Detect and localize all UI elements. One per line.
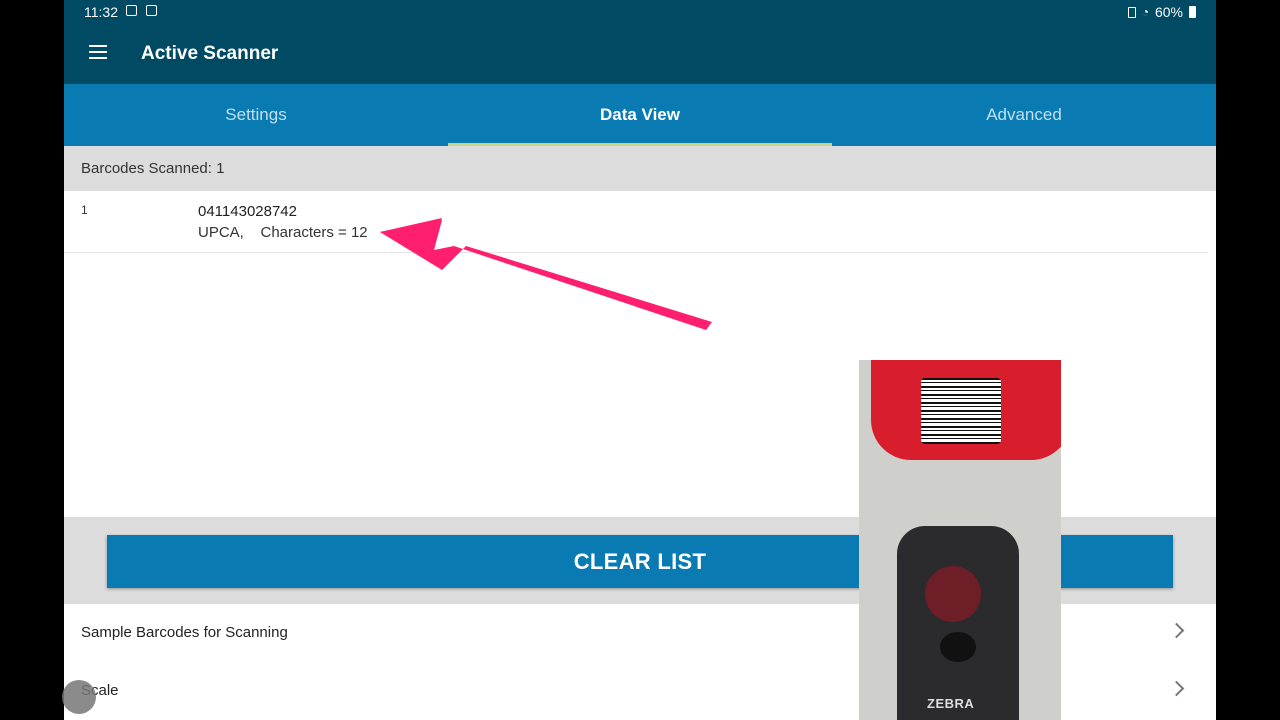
zebra-logo: ZEBRA (927, 696, 975, 711)
edit-pen-icon[interactable] (62, 680, 96, 714)
sample-barcodes-label: Sample Barcodes for Scanning (81, 624, 288, 641)
battery-saver-icon (1127, 6, 1136, 18)
scan-symbology: UPCA, Characters = 12 (198, 224, 368, 241)
tab-settings[interactable]: Settings (64, 84, 448, 146)
barcodes-count: Barcodes Scanned: 1 (81, 160, 225, 177)
status-indicators: ◔ 60% (1127, 4, 1196, 20)
zebra-scanner-image: ZEBRA (897, 526, 1019, 720)
tab-advanced[interactable]: Advanced (832, 84, 1216, 146)
scan-index: 1 (81, 203, 88, 217)
screenshot-icon (146, 5, 157, 16)
hamburger-menu-icon[interactable] (89, 45, 107, 59)
status-bar: 11:32 ◔ 60% (64, 0, 1216, 24)
scanner-trigger (940, 632, 976, 662)
chevron-right-icon (1168, 622, 1185, 639)
tab-bar: Settings Data View Advanced (64, 84, 1216, 146)
app-bar: Active Scanner (64, 24, 1216, 84)
tab-data-view[interactable]: Data View (448, 84, 832, 146)
screenshot-icon (126, 5, 137, 16)
app-title: Active Scanner (141, 43, 279, 64)
chevron-right-icon (1168, 680, 1185, 697)
barcode-label-image (921, 378, 1001, 444)
list-item[interactable]: 1 041143028742 UPCA, Characters = 12 (64, 191, 1208, 253)
scanner-video-overlay: ZEBRA (859, 360, 1061, 720)
scanner-window (925, 566, 981, 622)
barcodes-count-bar: Barcodes Scanned: 1 (64, 146, 1216, 191)
red-can-image (871, 360, 1061, 460)
battery-percent: 60% (1154, 4, 1183, 20)
wifi-icon: ◔ (1141, 5, 1149, 19)
battery-icon (1189, 6, 1196, 18)
scan-barcode: 041143028742 (198, 203, 297, 220)
status-time: 11:32 (84, 4, 118, 20)
